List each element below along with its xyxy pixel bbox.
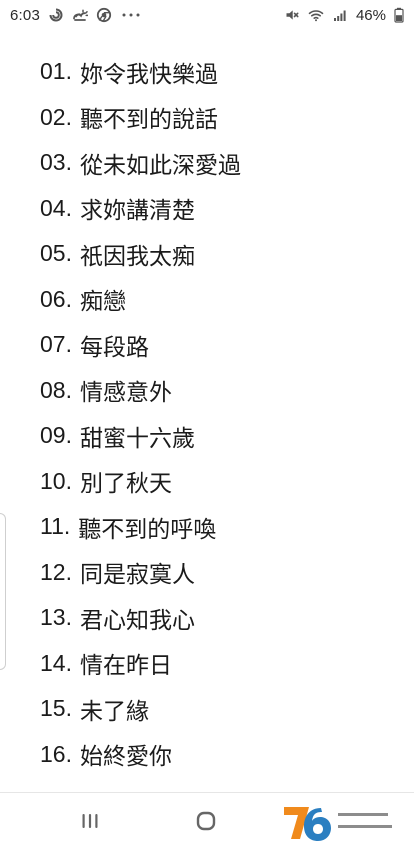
track-title: 聽不到的呼喚 [78, 516, 217, 543]
track-number: 05. [40, 240, 72, 267]
track-item: 01. 妳令我快樂過 [40, 49, 394, 95]
home-icon [196, 811, 216, 831]
track-item: 16. 始終愛你 [40, 732, 394, 778]
swirl-icon [48, 7, 64, 23]
track-number: 10. [40, 467, 72, 494]
wifi-icon [308, 7, 324, 23]
recent-apps-button[interactable] [76, 807, 104, 835]
track-item: 08. 情感意外 [40, 368, 394, 414]
track-title: 別了秋天 [79, 471, 172, 498]
status-right: 46% [284, 7, 404, 24]
track-item: 05. 祇因我太痴 [40, 231, 394, 277]
status-bar: 6:03 46% [0, 0, 414, 30]
track-item: 09. 甜蜜十六歲 [40, 413, 394, 459]
track-item: 06. 痴戀 [40, 277, 394, 323]
track-number: 01. [40, 58, 72, 85]
track-title: 情在昨日 [79, 653, 172, 680]
home-button[interactable] [192, 807, 220, 835]
track-title: 始終愛你 [79, 744, 172, 771]
track-number: 09. [40, 422, 72, 449]
chrome-icon [96, 7, 112, 23]
track-number: 02. [40, 103, 72, 130]
track-item: 12. 同是寂寞人 [40, 550, 394, 596]
weather-icon [72, 7, 88, 23]
track-item: 14. 情在昨日 [40, 641, 394, 687]
track-list: 01. 妳令我快樂過 02. 聽不到的說話 03. 從未如此深愛過 04. 求妳… [40, 49, 394, 777]
track-title: 未了緣 [79, 698, 149, 725]
track-title: 情感意外 [79, 380, 172, 407]
track-item: 03. 從未如此深愛過 [40, 140, 394, 186]
track-item: 07. 每段路 [40, 322, 394, 368]
track-title: 君心知我心 [79, 607, 195, 634]
track-item: 13. 君心知我心 [40, 595, 394, 641]
track-number: 14. [40, 649, 72, 676]
track-item: 10. 別了秋天 [40, 459, 394, 505]
track-number: 04. [40, 194, 72, 221]
track-number: 08. [40, 376, 72, 403]
track-item: 04. 求妳講清楚 [40, 186, 394, 232]
track-title: 痴戀 [79, 289, 126, 316]
track-title: 妳令我快樂過 [79, 61, 218, 88]
site-watermark-logo [284, 807, 392, 841]
track-number: 15. [40, 695, 72, 722]
more-dots-icon [120, 7, 142, 23]
track-number: 06. [40, 285, 72, 312]
mute-icon [284, 7, 300, 23]
track-item: 02. 聽不到的說話 [40, 95, 394, 141]
track-title: 每段路 [79, 334, 149, 361]
track-number: 12. [40, 558, 72, 585]
track-title: 求妳講清楚 [79, 198, 195, 225]
recent-apps-icon [82, 814, 98, 828]
battery-icon [394, 7, 404, 23]
track-number: 11. [40, 513, 71, 540]
track-number: 13. [40, 604, 72, 631]
status-time: 6:03 [10, 6, 40, 24]
track-title: 從未如此深愛過 [79, 152, 241, 179]
track-item: 15. 未了緣 [40, 686, 394, 732]
status-left: 6:03 [10, 7, 142, 24]
track-title: 同是寂寞人 [79, 562, 195, 589]
track-title: 甜蜜十六歲 [79, 425, 195, 452]
navigation-bar [0, 792, 414, 850]
track-title: 聽不到的說話 [79, 107, 218, 134]
track-number: 03. [40, 149, 72, 176]
track-number: 16. [40, 740, 72, 767]
track-list-page: 01. 妳令我快樂過 02. 聽不到的說話 03. 從未如此深愛過 04. 求妳… [0, 30, 414, 792]
signal-icon [332, 7, 348, 23]
track-item: 11. 聽不到的呼喚 [40, 504, 394, 550]
track-title: 祇因我太痴 [79, 243, 195, 270]
track-number: 07. [40, 331, 72, 358]
battery-percent: 46% [355, 6, 386, 24]
edge-panel-handle[interactable] [0, 513, 6, 670]
